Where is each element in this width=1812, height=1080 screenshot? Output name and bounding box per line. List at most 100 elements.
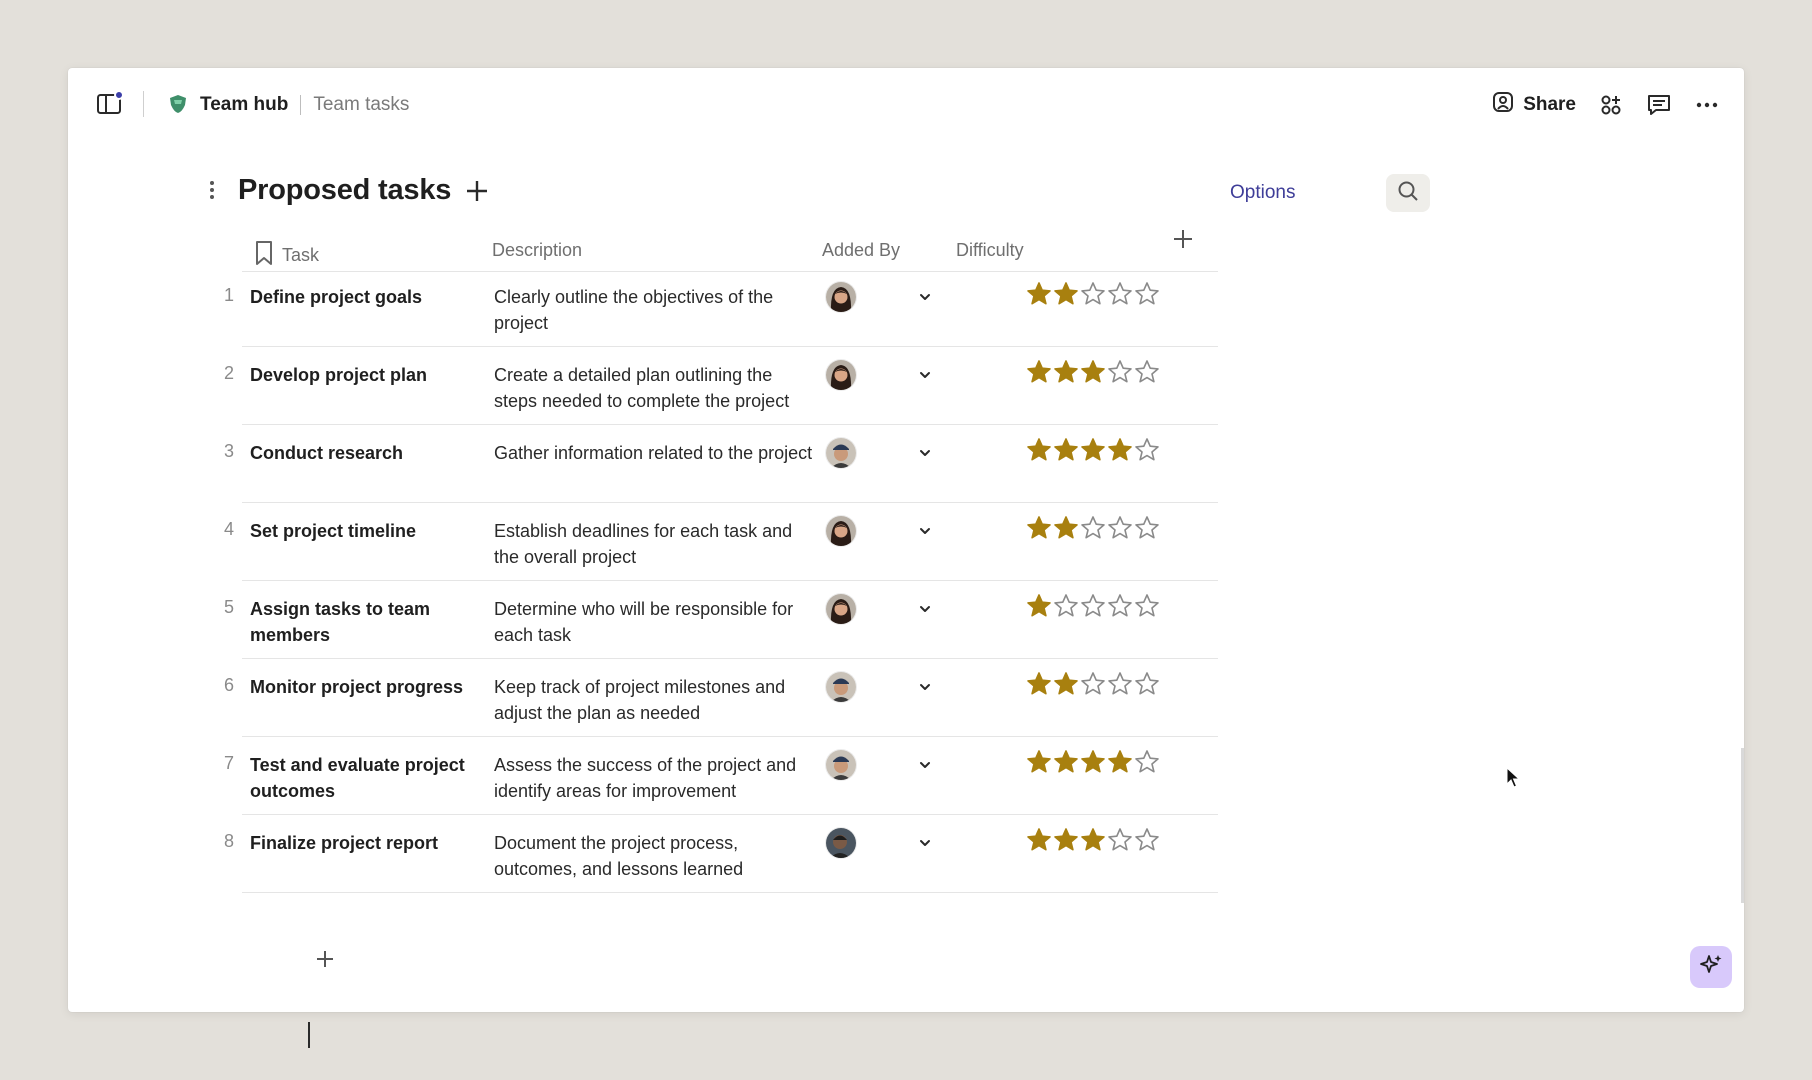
description-cell[interactable]: Assess the success of the project and id…	[494, 752, 814, 804]
star-empty-icon[interactable]	[1107, 593, 1133, 619]
chevron-down-icon[interactable]	[918, 290, 932, 304]
star-filled-icon[interactable]	[1053, 827, 1079, 853]
task-cell[interactable]: Test and evaluate project outcomes	[250, 752, 470, 804]
difficulty-rating[interactable]	[1026, 515, 1160, 541]
chevron-down-icon[interactable]	[918, 524, 932, 538]
sidebar-toggle-icon[interactable]	[96, 90, 126, 118]
chevron-down-icon[interactable]	[918, 368, 932, 382]
description-cell[interactable]: Determine who will be responsible for ea…	[494, 596, 814, 648]
add-row-button[interactable]	[314, 948, 336, 970]
star-empty-icon[interactable]	[1134, 515, 1160, 541]
table-row[interactable]: 6 Monitor project progress Keep track of p…	[224, 662, 1218, 737]
star-filled-icon[interactable]	[1053, 359, 1079, 385]
task-cell[interactable]: Assign tasks to team members	[250, 596, 470, 648]
avatar[interactable]	[826, 438, 856, 468]
avatar[interactable]	[826, 360, 856, 390]
star-filled-icon[interactable]	[1026, 827, 1052, 853]
avatar[interactable]	[826, 672, 856, 702]
star-filled-icon[interactable]	[1026, 593, 1052, 619]
add-table-item-button[interactable]	[462, 176, 492, 206]
difficulty-rating[interactable]	[1026, 593, 1160, 619]
column-header-added-by[interactable]: Added By	[822, 240, 900, 261]
star-filled-icon[interactable]	[1026, 359, 1052, 385]
star-filled-icon[interactable]	[1080, 827, 1106, 853]
star-filled-icon[interactable]	[1107, 749, 1133, 775]
task-cell[interactable]: Define project goals	[250, 284, 470, 310]
star-filled-icon[interactable]	[1053, 515, 1079, 541]
difficulty-rating[interactable]	[1026, 281, 1160, 307]
star-empty-icon[interactable]	[1107, 359, 1133, 385]
page-title[interactable]: Team tasks	[313, 94, 409, 116]
table-row[interactable]: 3 Conduct research Gather information rela…	[224, 428, 1218, 503]
chevron-down-icon[interactable]	[918, 680, 932, 694]
ai-assistant-button[interactable]	[1690, 946, 1732, 988]
task-cell[interactable]: Finalize project report	[250, 830, 470, 856]
table-row[interactable]: 1 Define project goals Clearly outline the…	[224, 272, 1218, 347]
column-header-task[interactable]: Task	[254, 240, 319, 271]
avatar[interactable]	[826, 828, 856, 858]
task-cell[interactable]: Monitor project progress	[250, 674, 470, 700]
drag-handle-icon[interactable]	[204, 178, 220, 202]
star-empty-icon[interactable]	[1134, 593, 1160, 619]
avatar[interactable]	[826, 516, 856, 546]
chevron-down-icon[interactable]	[918, 758, 932, 772]
comment-icon[interactable]	[1646, 92, 1672, 118]
star-filled-icon[interactable]	[1053, 671, 1079, 697]
star-filled-icon[interactable]	[1053, 749, 1079, 775]
task-cell[interactable]: Develop project plan	[250, 362, 470, 388]
star-filled-icon[interactable]	[1026, 749, 1052, 775]
star-filled-icon[interactable]	[1026, 281, 1052, 307]
more-horizontal-icon[interactable]	[1694, 92, 1720, 118]
description-cell[interactable]: Establish deadlines for each task and th…	[494, 518, 814, 570]
star-filled-icon[interactable]	[1026, 437, 1052, 463]
star-empty-icon[interactable]	[1134, 281, 1160, 307]
star-filled-icon[interactable]	[1080, 359, 1106, 385]
star-filled-icon[interactable]	[1026, 671, 1052, 697]
table-title[interactable]: Proposed tasks	[238, 174, 451, 207]
description-cell[interactable]: Gather information related to the projec…	[494, 440, 814, 466]
table-row[interactable]: 8 Finalize project report Document the pro…	[224, 818, 1218, 893]
avatar[interactable]	[826, 594, 856, 624]
description-cell[interactable]: Clearly outline the objectives of the pr…	[494, 284, 814, 336]
difficulty-rating[interactable]	[1026, 671, 1160, 697]
star-empty-icon[interactable]	[1080, 671, 1106, 697]
star-empty-icon[interactable]	[1134, 827, 1160, 853]
table-row[interactable]: 5 Assign tasks to team members Determine w…	[224, 584, 1218, 659]
apps-icon[interactable]	[1598, 92, 1624, 118]
difficulty-rating[interactable]	[1026, 749, 1160, 775]
chevron-down-icon[interactable]	[918, 836, 932, 850]
share-button[interactable]: Share	[1491, 90, 1576, 120]
description-cell[interactable]: Create a detailed plan outlining the ste…	[494, 362, 814, 414]
star-filled-icon[interactable]	[1053, 281, 1079, 307]
search-button[interactable]	[1386, 174, 1430, 212]
table-row[interactable]: 2 Develop project plan Create a detailed p…	[224, 350, 1218, 425]
difficulty-rating[interactable]	[1026, 437, 1160, 463]
difficulty-rating[interactable]	[1026, 359, 1160, 385]
star-empty-icon[interactable]	[1134, 359, 1160, 385]
scrollbar[interactable]	[1741, 748, 1744, 903]
avatar[interactable]	[826, 750, 856, 780]
difficulty-rating[interactable]	[1026, 827, 1160, 853]
star-empty-icon[interactable]	[1080, 515, 1106, 541]
column-header-description[interactable]: Description	[492, 240, 582, 261]
star-empty-icon[interactable]	[1080, 593, 1106, 619]
star-filled-icon[interactable]	[1080, 437, 1106, 463]
options-button[interactable]: Options	[1230, 182, 1295, 204]
add-column-button[interactable]	[1168, 224, 1198, 254]
description-cell[interactable]: Keep track of project milestones and adj…	[494, 674, 814, 726]
star-empty-icon[interactable]	[1107, 515, 1133, 541]
column-header-difficulty[interactable]: Difficulty	[956, 240, 1024, 261]
description-cell[interactable]: Document the project process, outcomes, …	[494, 830, 814, 882]
star-empty-icon[interactable]	[1080, 281, 1106, 307]
table-row[interactable]: 7 Test and evaluate project outcomes Asses…	[224, 740, 1218, 815]
star-empty-icon[interactable]	[1134, 437, 1160, 463]
star-empty-icon[interactable]	[1053, 593, 1079, 619]
star-empty-icon[interactable]	[1107, 281, 1133, 307]
avatar[interactable]	[826, 282, 856, 312]
star-filled-icon[interactable]	[1080, 749, 1106, 775]
star-filled-icon[interactable]	[1026, 515, 1052, 541]
star-empty-icon[interactable]	[1134, 671, 1160, 697]
star-filled-icon[interactable]	[1107, 437, 1133, 463]
star-empty-icon[interactable]	[1107, 827, 1133, 853]
doc-title[interactable]: Team hub	[200, 94, 288, 116]
